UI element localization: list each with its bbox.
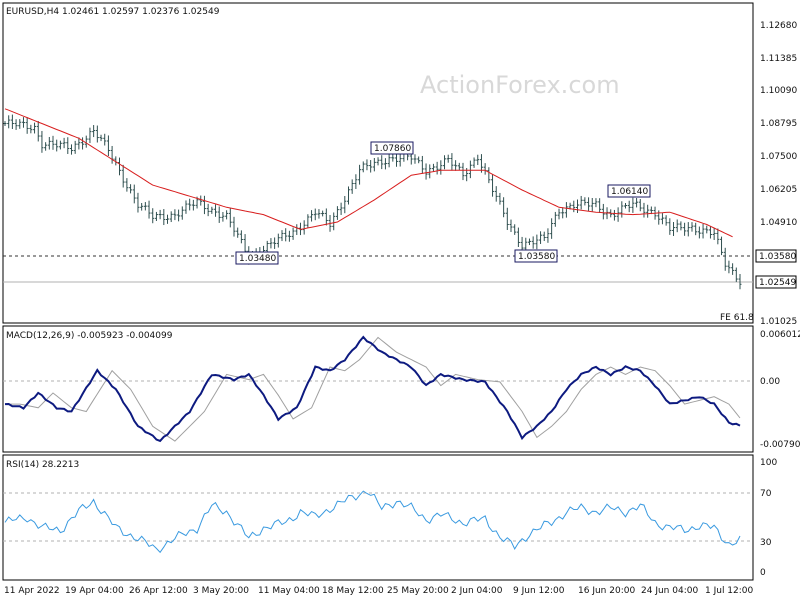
annotation-low-1: 1.03480 bbox=[235, 251, 279, 265]
price-tick-label: 1.11385 bbox=[760, 54, 797, 64]
annotation-label: 1.07860 bbox=[374, 144, 411, 154]
current-price-label: 1.02549 bbox=[759, 278, 796, 288]
annotation-high-1: 1.07860 bbox=[370, 141, 414, 155]
rsi-panel-title: RSI(14) 28.2213 bbox=[6, 460, 79, 470]
macd-panel-title: MACD(12,26,9) -0.005923 -0.004099 bbox=[6, 331, 173, 341]
x-tick-label: 3 May 20:00 bbox=[193, 586, 249, 596]
macd-tick-label: 0.00 bbox=[760, 377, 780, 387]
price-tick-label: 1.07500 bbox=[760, 152, 797, 162]
price-tick-label: 1.10090 bbox=[760, 86, 797, 96]
watermark: ActionForex.com bbox=[420, 71, 620, 99]
x-tick-label: 19 Apr 04:00 bbox=[65, 586, 124, 596]
price-tick-label: 1.01025 bbox=[760, 317, 797, 327]
x-tick-label: 1 Jul 12:00 bbox=[705, 586, 754, 596]
x-tick-label: 26 Apr 12:00 bbox=[129, 586, 188, 596]
eurusd-h4-chart: ActionForex.com EURUSD,H4 1.02461 1.0259… bbox=[0, 0, 800, 600]
annotation-high-2: 1.06140 bbox=[607, 184, 651, 198]
chart-background bbox=[0, 0, 800, 600]
rsi-tick-label: 100 bbox=[760, 458, 777, 468]
x-tick-label: 18 May 12:00 bbox=[322, 586, 384, 596]
x-tick-label: 25 May 20:00 bbox=[387, 586, 449, 596]
fe-label: FE 61.8 bbox=[720, 313, 754, 323]
price-panel-title: EURUSD,H4 1.02461 1.02597 1.02376 1.0254… bbox=[6, 7, 220, 17]
x-tick-label: 11 May 04:00 bbox=[258, 586, 320, 596]
annotation-label: 1.03580 bbox=[518, 252, 555, 262]
level-price-label: 1.03580 bbox=[759, 252, 796, 262]
macd-tick-label: 0.006012 bbox=[760, 330, 800, 340]
rsi-tick-label: 70 bbox=[760, 489, 772, 499]
x-axis: 11 Apr 2022 19 Apr 04:00 26 Apr 12:00 3 … bbox=[4, 586, 754, 596]
rsi-tick-label: 30 bbox=[760, 538, 772, 548]
price-tick-label: 1.08795 bbox=[760, 119, 797, 129]
rsi-tick-label: 0 bbox=[760, 568, 766, 578]
x-tick-label: 16 Jun 20:00 bbox=[578, 586, 635, 596]
x-tick-label: 24 Jun 04:00 bbox=[641, 586, 698, 596]
annotation-label: 1.03480 bbox=[239, 254, 276, 264]
annotation-low-2: 1.03580 bbox=[514, 249, 558, 263]
x-tick-label: 2 Jun 04:00 bbox=[451, 586, 503, 596]
x-tick-label: 11 Apr 2022 bbox=[4, 586, 60, 596]
x-tick-label: 9 Jun 12:00 bbox=[513, 586, 565, 596]
annotation-label: 1.06140 bbox=[611, 187, 648, 197]
price-tick-label: 1.04910 bbox=[760, 218, 797, 228]
price-tick-label: 1.06205 bbox=[760, 185, 797, 195]
macd-tick-label: -0.007907 bbox=[760, 440, 800, 450]
price-tick-label: 1.12680 bbox=[760, 21, 797, 31]
